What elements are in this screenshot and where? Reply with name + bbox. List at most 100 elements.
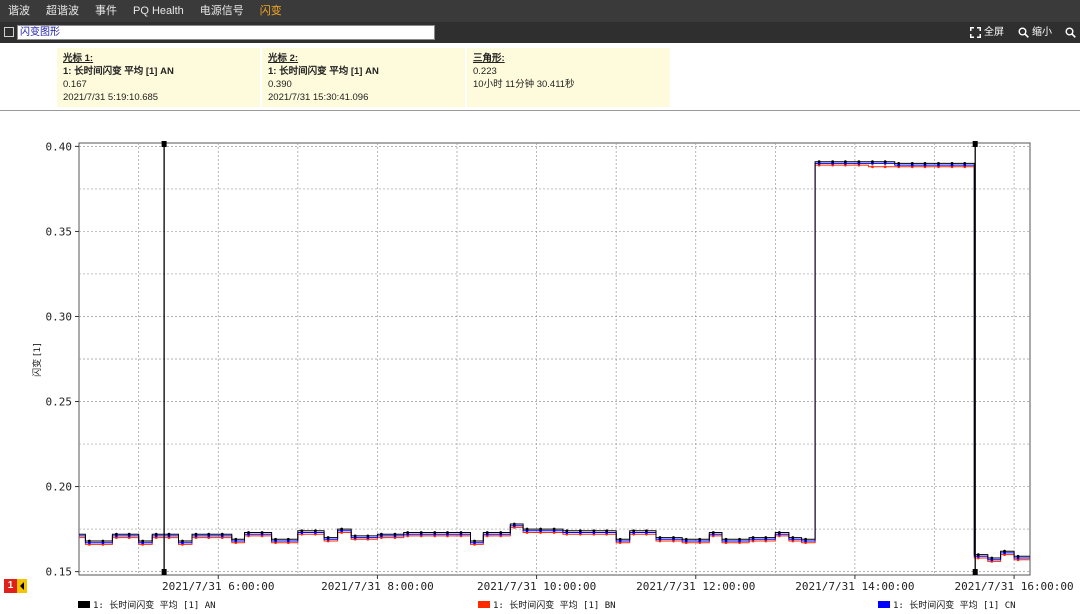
cursor2-time: 2021/7/31 15:30:41.096 <box>268 92 369 103</box>
x-tick-label: 2021/7/31 8:00:00 <box>321 580 434 593</box>
panel-divider <box>0 110 1080 111</box>
x-tick-label: 2021/7/31 10:00:00 <box>477 580 596 593</box>
data-point <box>937 162 940 165</box>
data-point <box>632 529 636 533</box>
select-checkbox[interactable] <box>4 27 14 37</box>
flicker-chart[interactable]: 0.15 0.20 0.25 0.30 0.35 0.40 2021/7/31 6:00:… <box>0 115 1080 595</box>
data-point <box>843 160 847 164</box>
y-axis-label: 闪变 [1] <box>31 343 43 377</box>
data-point <box>220 532 224 536</box>
data-point <box>817 160 821 164</box>
cursor-handle-top <box>161 141 167 147</box>
data-point <box>419 531 423 534</box>
data-point <box>963 162 967 165</box>
data-point <box>592 529 596 533</box>
data-point <box>87 539 91 543</box>
data-point <box>340 527 344 531</box>
data-point <box>326 536 330 539</box>
delta-box: 三角形: 0.223 10小时 11分钟 30.411秒 <box>467 48 670 107</box>
cursor1-time: 2021/7/31 5:19:10.685 <box>63 92 159 103</box>
tab-events[interactable]: 事件 <box>87 0 125 22</box>
tab-pq-health[interactable]: PQ Health <box>125 0 192 22</box>
data-point <box>313 529 317 533</box>
data-point <box>910 162 914 165</box>
zoom-in-button[interactable] <box>1065 25 1076 40</box>
tab-flicker[interactable]: 闪变 <box>252 0 290 22</box>
data-point <box>897 162 901 165</box>
cursor-handle-bottom <box>972 569 978 575</box>
tab-harmonics[interactable]: 谐波 <box>0 0 38 22</box>
data-point <box>406 531 410 534</box>
data-point <box>300 529 304 533</box>
cursor1-box: 光标 1: 1: 长时间闪变 平均 [1] AN 0.167 2021/7/31… <box>57 48 260 107</box>
data-point <box>976 553 980 556</box>
x-tick-label: 2021/7/31 16:00:00 <box>954 580 1073 593</box>
tab-supraharmonics[interactable]: 超谐波 <box>38 0 87 22</box>
data-point <box>764 536 768 539</box>
data-point <box>883 165 887 169</box>
series-lines <box>79 160 1030 563</box>
data-point <box>353 534 357 538</box>
data-point <box>791 536 795 539</box>
x-tick-label: 2021/7/31 6:00:00 <box>162 580 275 593</box>
data-point <box>247 531 250 534</box>
cursor2-header: 光标 2: <box>268 53 299 64</box>
data-point <box>286 537 290 541</box>
data-point <box>698 537 702 541</box>
data-point <box>751 536 755 539</box>
fullscreen-label: 全屏 <box>984 27 1004 38</box>
y-tick-label: 0.40 <box>46 140 73 153</box>
data-point <box>181 539 184 543</box>
data-point <box>167 532 171 536</box>
data-point <box>274 537 277 541</box>
data-point <box>101 539 105 543</box>
y-axis-ticks: 0.15 0.20 0.25 0.30 0.35 0.40 <box>46 140 79 579</box>
data-point <box>738 537 741 541</box>
cursor-handle-top <box>972 141 978 147</box>
cursor1-series: 1: 长时间闪变 平均 [1] AN <box>63 66 174 77</box>
legend-swatch-an <box>78 601 90 608</box>
data-point <box>684 537 688 541</box>
data-point <box>512 522 516 526</box>
zoom-out-button[interactable]: 缩小 <box>1018 25 1052 40</box>
data-point <box>433 531 437 534</box>
legend-label-an: 1: 长时间闪变 平均 [1] AN <box>93 601 216 611</box>
data-point <box>618 537 622 541</box>
series-line-an <box>79 161 1030 559</box>
data-point <box>857 160 861 164</box>
legend-swatch-cn <box>878 601 890 608</box>
scroll-left-button[interactable] <box>17 579 27 593</box>
cursor-lines <box>161 141 978 575</box>
data-point <box>127 532 131 536</box>
page-badge[interactable]: 1 <box>4 579 17 593</box>
legend-swatch-bn <box>478 601 490 608</box>
series-line-cn <box>79 162 1030 561</box>
data-point <box>871 165 874 169</box>
series-line-bn <box>79 164 1030 562</box>
data-point <box>923 162 927 165</box>
chart-title-field[interactable]: 闪变图形 <box>17 25 435 40</box>
delta-duration: 10小时 11分钟 30.411秒 <box>473 79 575 90</box>
data-point <box>366 534 370 538</box>
x-tick-label: 2021/7/31 12:00:00 <box>636 580 755 593</box>
data-point <box>234 537 238 541</box>
legend-item-bn: 1: 长时间闪变 平均 [1] BN <box>478 598 616 611</box>
data-point <box>578 529 582 533</box>
legend-item-an: 1: 长时间闪变 平均 [1] AN <box>78 598 216 611</box>
x-tick-label: 2021/7/31 14:00:00 <box>795 580 914 593</box>
data-point <box>605 529 609 533</box>
delta-header: 三角形: <box>473 53 505 64</box>
tab-power-signal[interactable]: 电源信号 <box>192 0 252 22</box>
data-point <box>499 531 503 534</box>
tab-bar: 谐波 超谐波 事件 PQ Health 电源信号 闪变 <box>0 0 1080 22</box>
grid <box>78 142 1031 576</box>
zoom-out-label: 缩小 <box>1032 27 1052 38</box>
data-point <box>1016 554 1020 558</box>
fullscreen-button[interactable]: 全屏 <box>970 25 1004 40</box>
y-tick-label: 0.15 <box>46 566 73 579</box>
cursor1-header: 光标 1: <box>63 53 94 64</box>
data-point <box>658 536 662 539</box>
magnifier-icon <box>1065 27 1076 38</box>
y-tick-label: 0.30 <box>46 310 73 323</box>
data-point <box>883 160 887 164</box>
